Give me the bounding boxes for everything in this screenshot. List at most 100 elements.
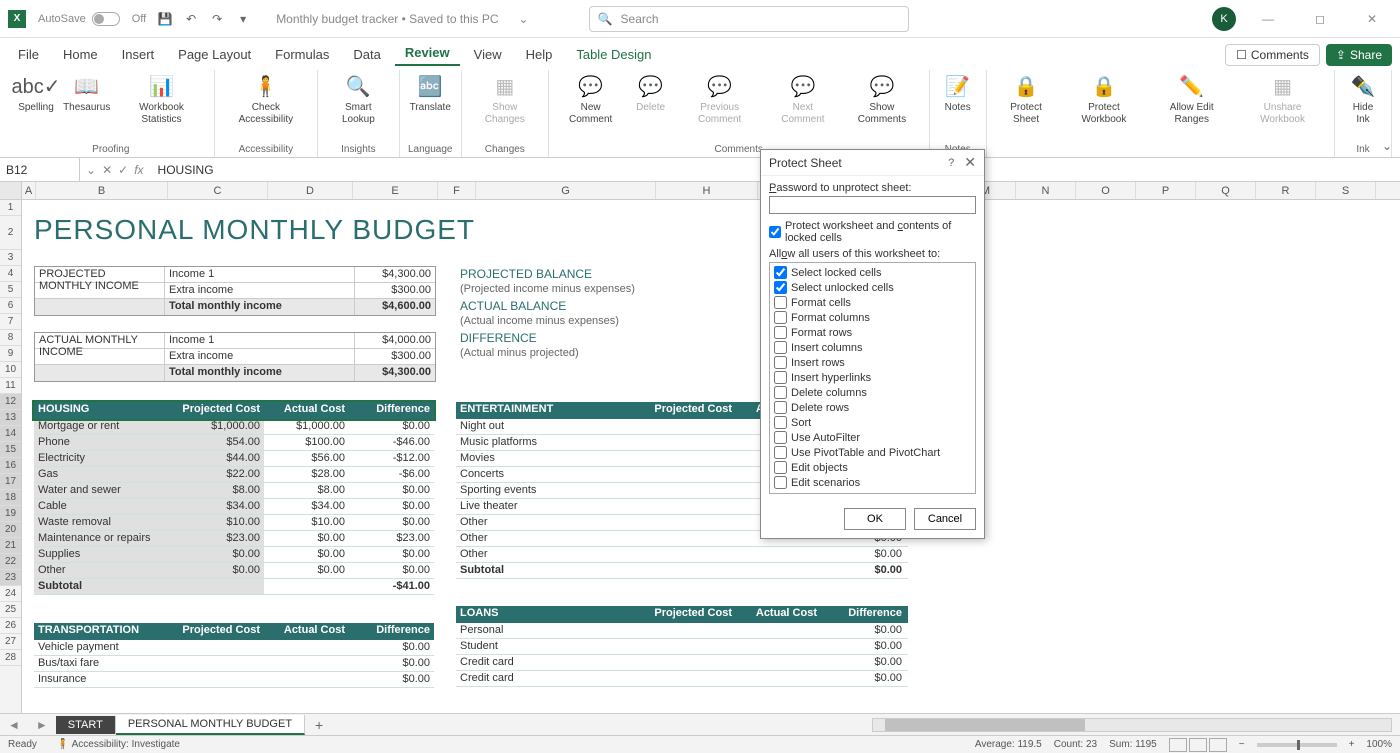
column-header-N[interactable]: N xyxy=(1016,182,1076,199)
namebox-dropdown-icon[interactable]: ⌄ xyxy=(86,163,96,177)
permission-2[interactable]: Format cells xyxy=(772,295,973,310)
page-break-view-icon[interactable] xyxy=(1209,738,1227,752)
permission-checkbox-9[interactable] xyxy=(774,401,787,414)
undo-icon[interactable]: ↶ xyxy=(182,10,200,28)
sheet-nav-next-icon[interactable]: ► xyxy=(28,718,56,732)
permission-8[interactable]: Delete columns xyxy=(772,385,973,400)
permission-checkbox-13[interactable] xyxy=(774,461,787,474)
column-header-R[interactable]: R xyxy=(1256,182,1316,199)
previous-comment-button[interactable]: 💬Previous Comment xyxy=(675,70,765,142)
row-header-16[interactable]: 16 xyxy=(0,458,21,474)
show-changes-button[interactable]: ▦Show Changes xyxy=(468,70,542,142)
row-header-25[interactable]: 25 xyxy=(0,602,21,618)
close-window-button[interactable]: ✕ xyxy=(1352,4,1392,34)
column-header-G[interactable]: G xyxy=(476,182,656,199)
tab-formulas[interactable]: Formulas xyxy=(265,43,339,66)
row-header-8[interactable]: 8 xyxy=(0,330,21,346)
tab-view[interactable]: View xyxy=(464,43,512,66)
tab-table-design[interactable]: Table Design xyxy=(566,43,661,66)
permission-10[interactable]: Sort xyxy=(772,415,973,430)
row-header-18[interactable]: 18 xyxy=(0,490,21,506)
collapse-ribbon-icon[interactable]: ⌄ xyxy=(1382,139,1392,153)
permission-12[interactable]: Use PivotTable and PivotChart xyxy=(772,445,973,460)
page-layout-view-icon[interactable] xyxy=(1189,738,1207,752)
dialog-close-icon[interactable]: ✕ xyxy=(964,154,976,171)
row-header-5[interactable]: 5 xyxy=(0,282,21,298)
sheet-nav-prev-icon[interactable]: ◄ xyxy=(0,718,28,732)
row-header-17[interactable]: 17 xyxy=(0,474,21,490)
permission-checkbox-4[interactable] xyxy=(774,326,787,339)
workbook-stats-button[interactable]: 📊Workbook Statistics xyxy=(115,70,207,142)
permission-5[interactable]: Insert columns xyxy=(772,340,973,355)
share-button[interactable]: ⇪ Share xyxy=(1326,44,1392,66)
unshare-workbook-button[interactable]: ▦Unshare Workbook xyxy=(1237,70,1328,157)
notes-button[interactable]: 📝Notes xyxy=(936,70,980,142)
permission-14[interactable]: Edit scenarios xyxy=(772,475,973,490)
tab-page-layout[interactable]: Page Layout xyxy=(168,43,261,66)
normal-view-icon[interactable] xyxy=(1169,738,1187,752)
thesaurus-button[interactable]: 📖Thesaurus xyxy=(60,70,113,142)
translate-button[interactable]: 🔤Translate xyxy=(406,70,455,142)
row-header-28[interactable]: 28 xyxy=(0,650,21,666)
permission-checkbox-11[interactable] xyxy=(774,431,787,444)
column-header-A[interactable]: A xyxy=(22,182,36,199)
zoom-level[interactable]: 100% xyxy=(1366,739,1392,750)
protect-sheet-button[interactable]: 🔒Protect Sheet xyxy=(993,70,1060,157)
permission-checkbox-6[interactable] xyxy=(774,356,787,369)
tab-home[interactable]: Home xyxy=(53,43,108,66)
row-header-24[interactable]: 24 xyxy=(0,586,21,602)
tab-insert[interactable]: Insert xyxy=(112,43,165,66)
permission-checkbox-5[interactable] xyxy=(774,341,787,354)
minimize-button[interactable]: — xyxy=(1248,4,1288,34)
column-header-S[interactable]: S xyxy=(1316,182,1376,199)
add-sheet-button[interactable]: + xyxy=(305,717,333,733)
permission-checkbox-1[interactable] xyxy=(774,281,787,294)
row-header-10[interactable]: 10 xyxy=(0,362,21,378)
hide-ink-button[interactable]: ✒️Hide Ink xyxy=(1341,70,1385,142)
permission-9[interactable]: Delete rows xyxy=(772,400,973,415)
column-header-Q[interactable]: Q xyxy=(1196,182,1256,199)
name-box[interactable]: B12 xyxy=(0,158,80,181)
zoom-in-icon[interactable]: + xyxy=(1349,739,1355,750)
permissions-list[interactable]: Select locked cellsSelect unlocked cells… xyxy=(769,262,976,494)
comments-button[interactable]: ☐ Comments xyxy=(1225,44,1320,66)
row-header-13[interactable]: 13 xyxy=(0,410,21,426)
qat-dropdown-icon[interactable]: ▾ xyxy=(234,10,252,28)
ok-button[interactable]: OK xyxy=(844,508,906,530)
row-header-22[interactable]: 22 xyxy=(0,554,21,570)
column-header-F[interactable]: F xyxy=(438,182,476,199)
permission-checkbox-14[interactable] xyxy=(774,476,787,489)
autosave-toggle[interactable] xyxy=(92,12,120,26)
protect-workbook-button[interactable]: 🔒Protect Workbook xyxy=(1061,70,1146,157)
row-header-11[interactable]: 11 xyxy=(0,378,21,394)
smart-lookup-button[interactable]: 🔍Smart Lookup xyxy=(324,70,392,142)
tab-review[interactable]: Review xyxy=(395,41,460,66)
column-header-C[interactable]: C xyxy=(168,182,268,199)
allow-edit-ranges-button[interactable]: ✏️Allow Edit Ranges xyxy=(1148,70,1235,157)
doc-title-dropdown-icon[interactable]: ⌄ xyxy=(519,12,529,26)
row-header-27[interactable]: 27 xyxy=(0,634,21,650)
show-comments-button[interactable]: 💬Show Comments xyxy=(841,70,923,142)
cancel-formula-icon[interactable]: ✕ xyxy=(102,163,112,177)
row-header-14[interactable]: 14 xyxy=(0,426,21,442)
permission-checkbox-3[interactable] xyxy=(774,311,787,324)
permission-checkbox-0[interactable] xyxy=(774,266,787,279)
row-header-1[interactable]: 1 xyxy=(0,200,21,216)
row-header-21[interactable]: 21 xyxy=(0,538,21,554)
sheet-tab-budget[interactable]: PERSONAL MONTHLY BUDGET xyxy=(116,715,305,735)
column-header-D[interactable]: D xyxy=(268,182,353,199)
row-header-7[interactable]: 7 xyxy=(0,314,21,330)
column-header-H[interactable]: H xyxy=(656,182,758,199)
dialog-help-icon[interactable]: ? xyxy=(948,157,954,169)
new-comment-button[interactable]: 💬New Comment xyxy=(555,70,627,142)
column-header-P[interactable]: P xyxy=(1136,182,1196,199)
column-header-B[interactable]: B xyxy=(36,182,168,199)
tab-help[interactable]: Help xyxy=(516,43,563,66)
permission-checkbox-12[interactable] xyxy=(774,446,787,459)
row-header-26[interactable]: 26 xyxy=(0,618,21,634)
row-header-4[interactable]: 4 xyxy=(0,266,21,282)
sheet-tab-start[interactable]: START xyxy=(56,716,116,734)
check-accessibility-button[interactable]: 🧍Check Accessibility xyxy=(221,70,312,142)
delete-comment-button[interactable]: 💬Delete xyxy=(629,70,673,142)
permission-7[interactable]: Insert hyperlinks xyxy=(772,370,973,385)
